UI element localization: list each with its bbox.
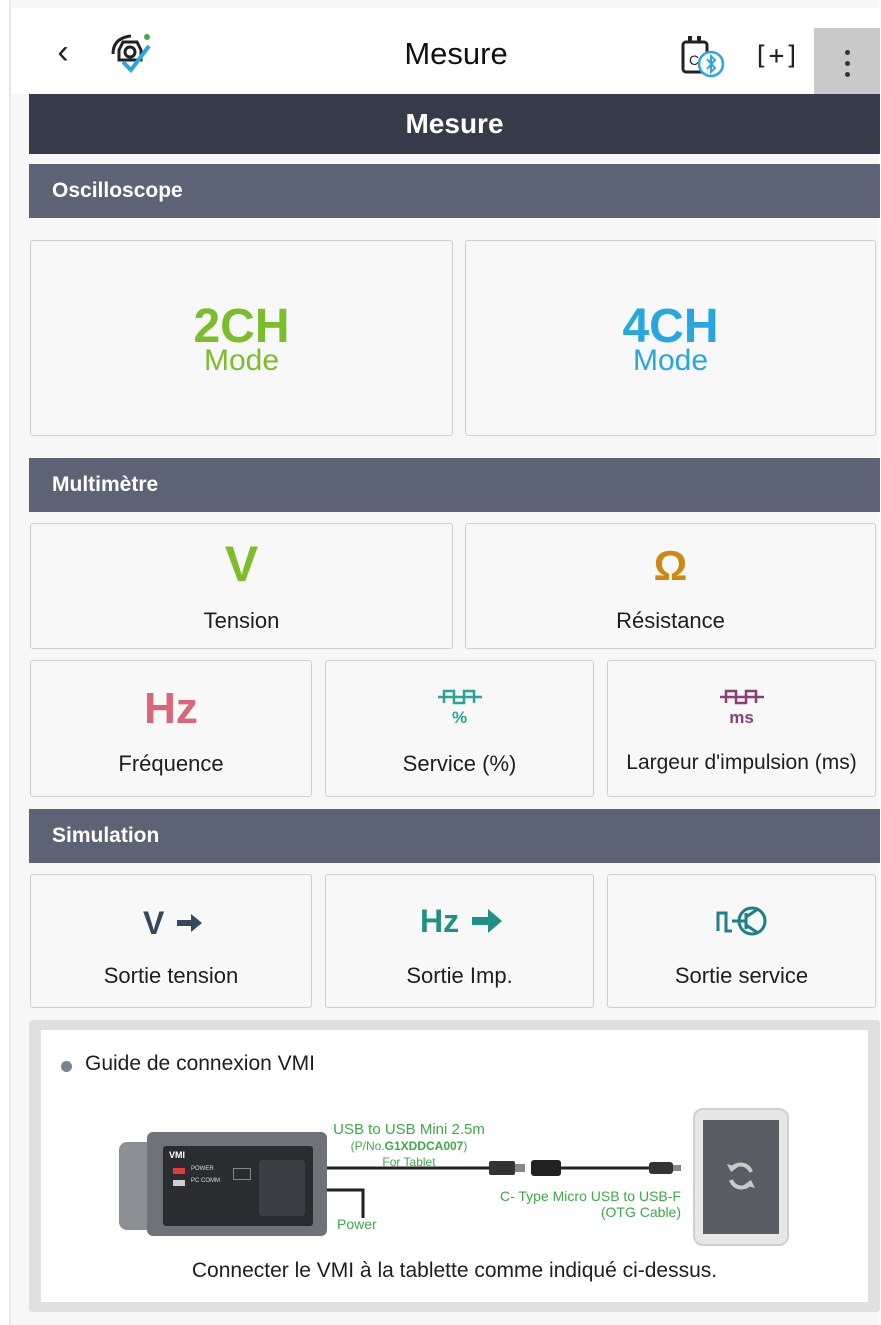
vmi-device-image: VMI POWER PC COMM <box>119 1132 329 1238</box>
voltage-output-label: Sortie tension <box>103 963 239 988</box>
multimeter-duty-button[interactable]: % Service (%) <box>325 660 594 797</box>
multimeter-resistance-button[interactable]: Ω Résistance <box>465 523 876 649</box>
simulation-duty-output-button[interactable]: Sortie service <box>607 874 876 1008</box>
guide-title: Guide de connexion VMI <box>85 1052 315 1075</box>
app-frame: ‹ Mesure C [+] Mesure Oscilloscope 2CH M… <box>9 0 881 1325</box>
pno-suffix: ) <box>463 1139 468 1153</box>
top-bar: ‹ Mesure C [+] <box>11 8 881 98</box>
more-vertical-icon-dot <box>845 72 850 77</box>
multimeter-tension-button[interactable]: V Tension <box>30 523 453 649</box>
duty-percent-symbol: % <box>451 708 468 727</box>
pulse-ms-symbol: ms <box>729 708 754 727</box>
section-oscilloscope: Oscilloscope <box>29 164 880 218</box>
screen-capture-button[interactable]: [+] <box>753 36 800 76</box>
arrow-right-icon <box>177 914 202 932</box>
more-vertical-icon <box>845 50 850 55</box>
mode-4ch-sublabel: Mode <box>632 344 709 377</box>
car-check-icon <box>111 34 151 74</box>
resistance-label: Résistance <box>616 608 725 633</box>
device-pccomm-label: PC COMM <box>191 1178 220 1184</box>
pno-prefix: (P/No. <box>350 1139 385 1153</box>
screen-capture-icon: [+] <box>753 41 800 71</box>
duty-output-transistor-icon <box>716 906 767 936</box>
vci-bluetooth-icon: C <box>681 36 725 78</box>
ohm-icon: Ω <box>653 542 688 589</box>
multimeter-frequency-button[interactable]: Hz Fréquence <box>30 660 312 797</box>
oscilloscope-2ch-mode-button[interactable]: 2CH Mode <box>30 240 453 436</box>
otg-cable-type: (OTG Cable) <box>600 1204 681 1220</box>
pulse-output-symbol: Hz <box>420 903 460 939</box>
multimeter-pulse-width-button[interactable]: ms Largeur d'impulsion (ms) <box>607 660 876 797</box>
duty-label: Service (%) <box>402 751 517 776</box>
section-simulation: Simulation <box>29 809 880 863</box>
power-label: Power <box>337 1216 377 1232</box>
tablet-image <box>693 1108 789 1246</box>
duty-cycle-icon <box>438 689 482 705</box>
frequency-label: Fréquence <box>118 751 224 776</box>
bullet-icon <box>61 1061 72 1072</box>
device-brand: VMI <box>169 1150 186 1160</box>
guide-instruction: Connecter le VMI à la tablette comme ind… <box>191 1259 718 1282</box>
voltage-output-icon: V <box>143 905 202 941</box>
hertz-icon: Hz <box>144 684 198 733</box>
sync-icon <box>727 1162 755 1190</box>
pulse-output-icon: Hz <box>420 903 502 939</box>
power-led <box>173 1168 185 1174</box>
more-menu-button[interactable] <box>814 28 880 98</box>
mode-2ch-sublabel: Mode <box>203 344 280 377</box>
pulse-width-icon <box>720 689 764 705</box>
tension-label: Tension <box>203 608 280 633</box>
back-button[interactable]: ‹ <box>43 30 83 74</box>
duty-output-label: Sortie service <box>674 963 809 988</box>
connection-guide: Guide de connexion VMI VMI POWER PC COMM… <box>41 1030 868 1302</box>
otg-cable-name: C- Type Micro USB to USB-F <box>499 1188 681 1204</box>
voltage-output-symbol: V <box>143 905 165 941</box>
otg-cable-label: C- Type Micro USB to USB-F (OTG Cable) <box>481 1188 681 1220</box>
more-vertical-icon-dot <box>845 61 850 66</box>
page-title: Mesure <box>404 36 508 71</box>
connection-guide-panel: Guide de connexion VMI VMI POWER PC COMM… <box>29 1020 880 1312</box>
simulation-pulse-output-button[interactable]: Hz Sortie Imp. <box>325 874 594 1008</box>
pulse-width-label: Largeur d'impulsion (ms) <box>626 751 857 774</box>
usb-mini-cable-pno: (P/No.G1XDDCA007) <box>299 1138 519 1154</box>
pulse-output-label: Sortie Imp. <box>406 963 513 988</box>
simulation-voltage-output-button[interactable]: V Sortie tension <box>30 874 312 1008</box>
usb-mini-cable-label: USB to USB Mini 2.5m (P/No.G1XDDCA007) F… <box>299 1122 519 1170</box>
pno-value: G1XDDCA007 <box>384 1139 464 1153</box>
tablet-screen <box>703 1120 779 1234</box>
device-port <box>233 1168 251 1180</box>
chevron-left-icon: ‹ <box>57 33 69 71</box>
svg-text:C: C <box>689 52 699 68</box>
vci-connection-button[interactable]: C <box>677 32 727 80</box>
usb-mini-cable-target: For Tablet <box>382 1155 436 1169</box>
pccomm-led <box>173 1180 185 1186</box>
device-power-label: POWER <box>191 1166 214 1172</box>
usb-mini-cable-name: USB to USB Mini 2.5m <box>333 1121 485 1138</box>
device-face: VMI POWER PC COMM <box>163 1146 313 1226</box>
arrow-right-icon <box>472 909 502 933</box>
vehicle-check-button[interactable] <box>107 30 155 78</box>
title-band: Mesure <box>29 94 880 154</box>
voltage-icon: V <box>224 536 259 592</box>
section-multimeter: Multimètre <box>29 458 880 512</box>
oscilloscope-4ch-mode-button[interactable]: 4CH Mode <box>465 240 876 436</box>
